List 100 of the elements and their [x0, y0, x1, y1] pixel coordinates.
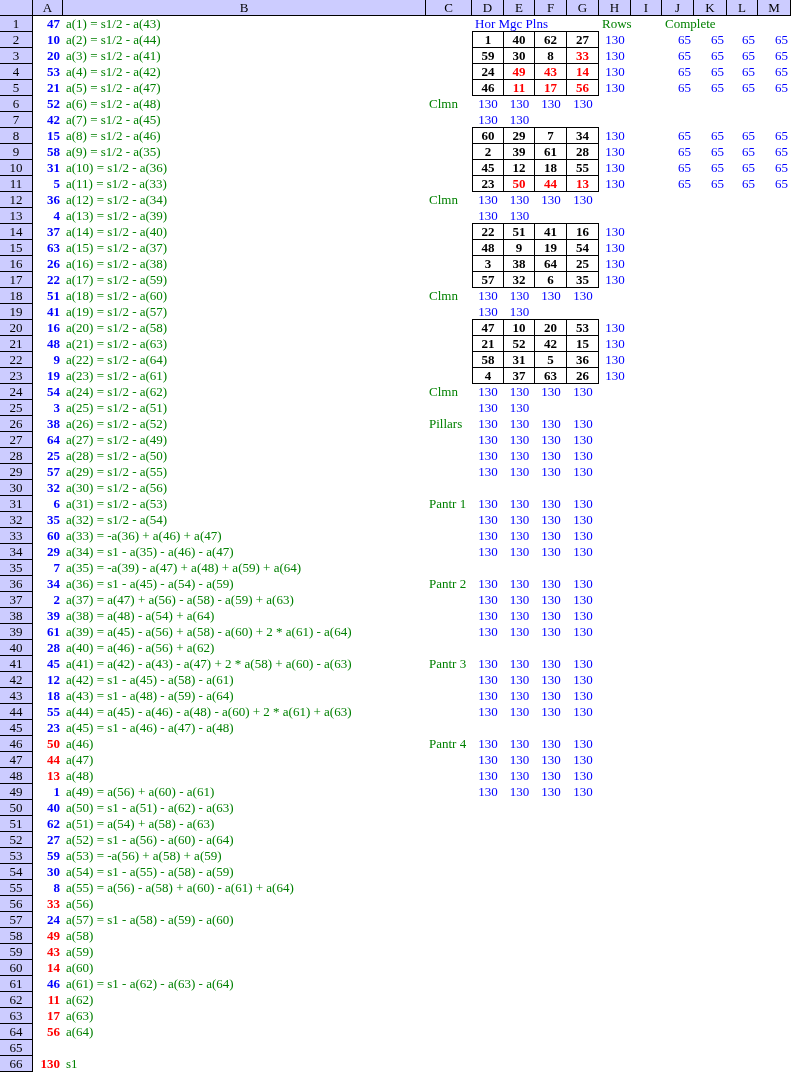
row-number[interactable]: 53: [0, 848, 33, 864]
row-number[interactable]: 31: [0, 496, 33, 512]
row-number[interactable]: 6: [0, 96, 33, 112]
row-number[interactable]: 47: [0, 752, 33, 768]
column-header[interactable]: A: [33, 0, 63, 16]
row-number[interactable]: 37: [0, 592, 33, 608]
row-number[interactable]: 21: [0, 336, 33, 352]
row-number[interactable]: 22: [0, 352, 33, 368]
row-number[interactable]: 18: [0, 288, 33, 304]
row-number[interactable]: 51: [0, 816, 33, 832]
row-number[interactable]: 58: [0, 928, 33, 944]
row-number[interactable]: 42: [0, 672, 33, 688]
row-number[interactable]: 25: [0, 400, 33, 416]
formula-text: a(61) = s1 - a(62) - a(63) - a(64): [65, 976, 235, 992]
row-number[interactable]: 60: [0, 960, 33, 976]
row-number[interactable]: 34: [0, 544, 33, 560]
row-number[interactable]: 23: [0, 368, 33, 384]
row-number[interactable]: 44: [0, 704, 33, 720]
row-number[interactable]: 29: [0, 464, 33, 480]
row-number[interactable]: 52: [0, 832, 33, 848]
square-cell: 54: [567, 240, 599, 256]
row-number[interactable]: 43: [0, 688, 33, 704]
header-corner[interactable]: [0, 0, 33, 16]
row-number[interactable]: 49: [0, 784, 33, 800]
row-number[interactable]: 41: [0, 656, 33, 672]
sum-cell-text: 130: [508, 192, 531, 208]
row-number[interactable]: 50: [0, 800, 33, 816]
column-header[interactable]: M: [758, 0, 791, 16]
row-number[interactable]: 14: [0, 224, 33, 240]
table-cell-text: 24: [46, 912, 61, 928]
row-number[interactable]: 10: [0, 160, 33, 176]
column-header[interactable]: H: [599, 0, 631, 16]
column-header[interactable]: D: [472, 0, 504, 16]
row-number[interactable]: 4: [0, 64, 33, 80]
table-cell-text: 19: [46, 368, 61, 384]
column-header[interactable]: L: [727, 0, 758, 16]
column-header[interactable]: B: [63, 0, 426, 16]
sum-cell-text: 130: [540, 672, 562, 688]
row-number[interactable]: 54: [0, 864, 33, 880]
table-cell-text: 21: [46, 80, 61, 96]
row-number[interactable]: 26: [0, 416, 33, 432]
row-number[interactable]: 46: [0, 736, 33, 752]
sum-cell-text: 65: [677, 176, 692, 192]
row-number[interactable]: 3: [0, 48, 33, 64]
row-number[interactable]: 62: [0, 992, 33, 1008]
row-number[interactable]: 38: [0, 608, 33, 624]
row-number[interactable]: 13: [0, 208, 33, 224]
column-header[interactable]: I: [631, 0, 662, 16]
sum-cell-text: 65: [710, 160, 725, 176]
row-number[interactable]: 1: [0, 16, 33, 32]
row-number[interactable]: 2: [0, 32, 33, 48]
column-header[interactable]: J: [662, 0, 694, 16]
table-cell-text: 18: [46, 688, 61, 704]
row-number[interactable]: 7: [0, 112, 33, 128]
row-number[interactable]: 19: [0, 304, 33, 320]
formula-text: a(32) = s1/2 - a(54): [65, 512, 169, 528]
row-number[interactable]: 48: [0, 768, 33, 784]
formula-text: a(46): [65, 736, 95, 752]
column-header[interactable]: F: [535, 0, 567, 16]
row-number[interactable]: 65: [0, 1040, 33, 1056]
row-number[interactable]: 8: [0, 128, 33, 144]
column-header[interactable]: E: [504, 0, 535, 16]
row-number[interactable]: 27: [0, 432, 33, 448]
row-number[interactable]: 9: [0, 144, 33, 160]
row-number[interactable]: 20: [0, 320, 33, 336]
row-number[interactable]: 5: [0, 80, 33, 96]
row-number[interactable]: 36: [0, 576, 33, 592]
row-number[interactable]: 17: [0, 272, 33, 288]
row-number[interactable]: 16: [0, 256, 33, 272]
row-number[interactable]: 63: [0, 1008, 33, 1024]
row-number[interactable]: 32: [0, 512, 33, 528]
table-cell-text: 3: [52, 400, 61, 416]
row-number[interactable]: 12: [0, 192, 33, 208]
square-cell: 24: [472, 64, 504, 80]
table-cell-text: 51: [46, 288, 61, 304]
column-header[interactable]: C: [426, 0, 472, 16]
row-number[interactable]: 66: [0, 1056, 33, 1072]
row-number[interactable]: 64: [0, 1024, 33, 1040]
row-number[interactable]: 28: [0, 448, 33, 464]
row-number[interactable]: 56: [0, 896, 33, 912]
row-number[interactable]: 40: [0, 640, 33, 656]
row-number[interactable]: 55: [0, 880, 33, 896]
column-header[interactable]: K: [694, 0, 727, 16]
row-number[interactable]: 24: [0, 384, 33, 400]
sum-cell-text: 65: [741, 144, 756, 160]
row-number[interactable]: 15: [0, 240, 33, 256]
square-cell: 51: [504, 223, 535, 240]
table-cell-text: 33: [46, 896, 61, 912]
row-number[interactable]: 39: [0, 624, 33, 640]
sum-cell-text: 65: [677, 64, 692, 80]
row-number[interactable]: 11: [0, 176, 33, 192]
row-number[interactable]: 45: [0, 720, 33, 736]
row-number[interactable]: 59: [0, 944, 33, 960]
row-number[interactable]: 61: [0, 976, 33, 992]
table-cell-text: 22: [46, 272, 61, 288]
row-number[interactable]: 35: [0, 560, 33, 576]
row-number[interactable]: 57: [0, 912, 33, 928]
row-number[interactable]: 30: [0, 480, 33, 496]
column-header[interactable]: G: [567, 0, 599, 16]
row-number[interactable]: 33: [0, 528, 33, 544]
